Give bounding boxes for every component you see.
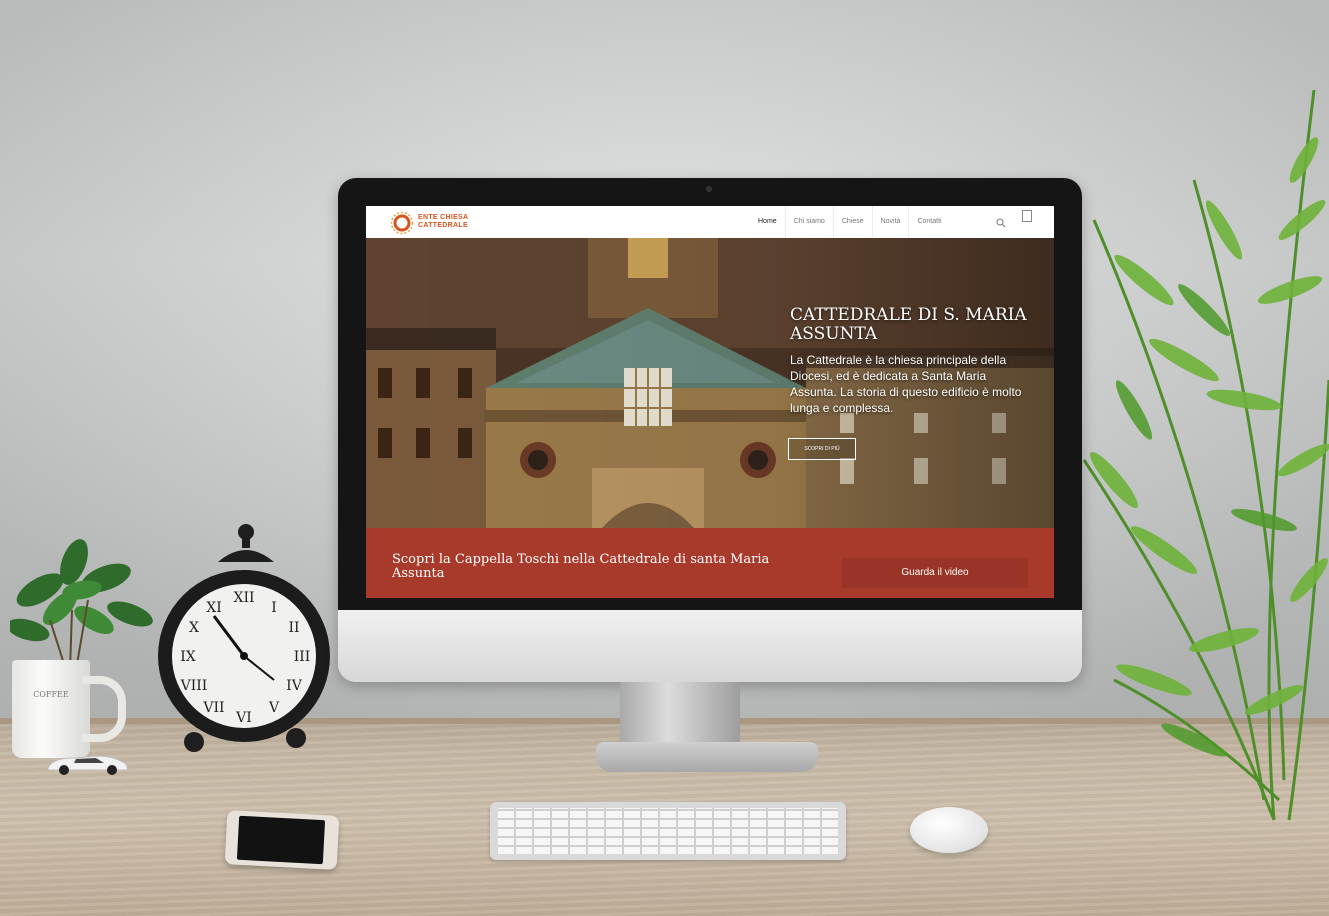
main-navigation: Home Chi siamo Chiese Novità Contatti (750, 206, 950, 238)
bookmark-icon[interactable] (1022, 210, 1032, 222)
svg-text:IV: IV (286, 678, 303, 694)
camera-icon (706, 186, 712, 192)
fern-plant-right (1082, 89, 1329, 821)
banner-heading: Scopri la Cappella Toschi nella Cattedra… (392, 552, 770, 581)
nav-novita[interactable]: Novità (871, 206, 909, 238)
site-header: ENTE CHIESA CATTEDRALE Home Chi siamo Ch… (366, 206, 1054, 238)
smartphone (224, 810, 340, 870)
logo-line-1: ENTE CHIESA (418, 214, 469, 221)
svg-text:IX: IX (180, 649, 196, 665)
mouse (910, 807, 988, 853)
watch-video-button[interactable]: Guarda il video (842, 558, 1028, 588)
svg-text:II: II (288, 620, 299, 636)
monitor-stand-base (596, 742, 818, 772)
nav-contatti[interactable]: Contatti (908, 206, 949, 238)
video-banner: Scopri la Cappella Toschi nella Cattedra… (366, 528, 1054, 598)
keyboard-keys (498, 808, 838, 854)
svg-text:XI: XI (206, 600, 222, 616)
svg-text:X: X (189, 620, 199, 636)
svg-text:VII: VII (202, 700, 224, 716)
nav-chiese[interactable]: Chiese (832, 206, 872, 238)
svg-text:I: I (271, 600, 277, 616)
mug-handle (82, 676, 126, 742)
site-logo-text[interactable]: ENTE CHIESA CATTEDRALE (418, 214, 468, 230)
alarm-clock: XIIIII VIIX III IVV VIIVIII XXI (158, 524, 330, 752)
svg-text:VI: VI (235, 710, 252, 726)
phone-screen (236, 815, 326, 865)
svg-text:V: V (268, 700, 280, 716)
toy-car (47, 755, 129, 775)
hero-slider: CATTEDRALE DI S. MARIA ASSUNTA La Catted… (366, 238, 1054, 528)
svg-text:III: III (294, 649, 311, 665)
monitor-screen: ENTE CHIESA CATTEDRALE Home Chi siamo Ch… (366, 206, 1054, 598)
nav-home[interactable]: Home (750, 206, 785, 238)
discover-more-button[interactable]: SCOPRI DI PIÙ (788, 438, 856, 460)
monitor-stand (620, 682, 740, 750)
monitor-chin (338, 610, 1082, 682)
nav-chi-siamo[interactable]: Chi siamo (784, 206, 833, 238)
search-icon[interactable] (996, 218, 1006, 228)
mug-label: COFFEE (33, 690, 69, 699)
svg-text:XII: XII (233, 590, 254, 606)
coffee-mug (12, 660, 90, 758)
potted-plant-left (10, 539, 153, 670)
hero-description: La Cattedrale è la chiesa principale del… (790, 353, 1022, 415)
hero-title: CATTEDRALE DI S. MARIA ASSUNTA (790, 305, 1027, 344)
svg-text:VIII: VIII (180, 678, 208, 694)
logo-line-2: CATTEDRALE (418, 222, 468, 229)
desk-scene: COFFEE XII III VI IX I II IV V VII VIII X XI (0, 0, 1329, 916)
sun-logo-icon[interactable] (390, 211, 414, 235)
